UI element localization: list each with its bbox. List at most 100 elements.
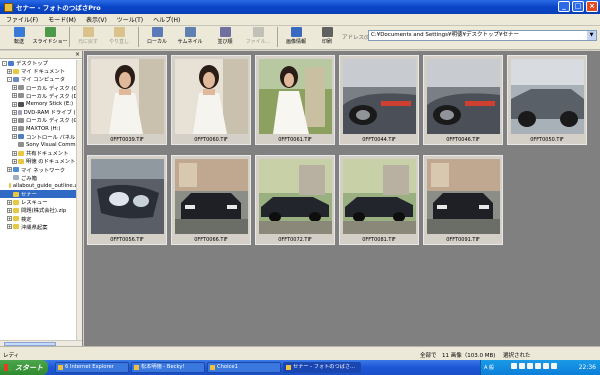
expand-icon[interactable]: +	[7, 207, 12, 213]
thumbnail-image[interactable]	[511, 59, 584, 134]
print-button[interactable]: 印刷	[312, 26, 342, 48]
taskbar-button-label: セナー - フォトのつばさ...	[293, 364, 355, 370]
tree-item[interactable]: + 共有ドキュメント	[0, 149, 82, 157]
windows-flag-icon	[4, 364, 12, 371]
taskbar-button[interactable]: Choice1	[207, 362, 281, 373]
thumbnail-image[interactable]	[175, 159, 248, 234]
menu-help[interactable]: ヘルプ(H)	[153, 15, 180, 24]
tree-item[interactable]: + MAXTOR (H:)	[0, 125, 82, 133]
expand-icon[interactable]: +	[7, 224, 12, 230]
thumbnail-item[interactable]: 0FFT0046.TIF	[423, 55, 503, 145]
thumbnail-image[interactable]	[259, 159, 332, 234]
address-input[interactable]: C:¥Documents and Settings¥明徳¥デスクトップ¥セナー …	[368, 30, 597, 41]
address-dropdown-icon[interactable]: ▼	[587, 31, 596, 40]
thumbnail-image[interactable]	[259, 59, 332, 134]
tree-item[interactable]: セナー	[0, 190, 82, 199]
thumbnail-item[interactable]: 0FFT0081.TIF	[339, 155, 419, 245]
info-button[interactable]: 画像情報	[281, 26, 311, 48]
thumbnail-button[interactable]: サムネイル	[173, 26, 207, 48]
ime-indicator[interactable]: A 般	[484, 364, 494, 371]
tree-item-label: Sony Visual Commu	[26, 141, 79, 148]
tree-vertical-scrollbar[interactable]	[76, 60, 82, 342]
thumbnail-image[interactable]	[427, 159, 500, 234]
tree-item[interactable]: + マイ ドキュメント	[0, 67, 82, 75]
expand-icon[interactable]: +	[12, 158, 17, 164]
thumbnail-item[interactable]: 0FFT0061.TIF	[255, 55, 335, 145]
tree-item[interactable]: + ローカル ディスク (G:)	[0, 116, 82, 124]
thumbnail-filename: 0FFT0039.TIF	[110, 137, 144, 143]
toolbar-label: 印刷	[321, 39, 332, 45]
window-titlebar[interactable]: セナー - フォトのつばさPro _ □ ×	[0, 0, 600, 14]
menu-view[interactable]: 表示(V)	[86, 15, 107, 24]
thumbnail-item[interactable]: 0FFT0091.TIF	[423, 155, 503, 245]
thumbnail-image[interactable]	[91, 59, 164, 134]
maximize-button[interactable]: □	[572, 1, 584, 12]
expand-icon[interactable]: +	[7, 216, 12, 222]
expand-icon[interactable]: +	[12, 117, 17, 123]
tray-icon[interactable]	[527, 363, 533, 369]
collapse-icon[interactable]: -	[2, 60, 7, 66]
tree-item[interactable]: - マイ コンピュータ	[0, 75, 82, 83]
menu-tools[interactable]: ツール(T)	[117, 15, 143, 24]
tray-icon[interactable]	[519, 363, 525, 369]
tree-item-label: マイ コンピュータ	[21, 77, 66, 84]
local-button[interactable]: ローカル	[142, 26, 172, 48]
tree-item[interactable]: ごみ箱	[0, 174, 82, 182]
tree-item[interactable]: + 検定	[0, 215, 82, 223]
tray-icon[interactable]	[511, 363, 517, 369]
tree-item[interactable]: allabout_guide_outline.zip	[0, 182, 82, 190]
tree-item[interactable]: + Memory Stick (E:)	[0, 100, 82, 108]
tree-item[interactable]: + 問題(株式会社).zip	[0, 206, 82, 214]
close-panel-icon[interactable]: ×	[75, 51, 80, 58]
tree-item[interactable]: - デスクトップ	[0, 59, 82, 67]
menu-mode[interactable]: モード(M)	[48, 15, 76, 24]
tree-item[interactable]: + 沖縄県起案	[0, 223, 82, 231]
taskbar-button[interactable]: 松本明徳 - Becky!	[131, 362, 205, 373]
thumbnail-item[interactable]: 0FFT0060.TIF	[171, 55, 251, 145]
taskbar-button[interactable]: セナー - フォトのつばさ...	[283, 362, 361, 373]
expand-icon[interactable]: +	[12, 101, 17, 107]
tray-icon[interactable]	[551, 363, 557, 369]
transfer-button[interactable]: 転送	[4, 26, 34, 48]
expand-icon[interactable]: +	[7, 68, 12, 74]
tree-item[interactable]: + コントロール パネル	[0, 133, 82, 141]
thumbnail-item[interactable]: 0FFT0039.TIF	[87, 55, 167, 145]
expand-icon[interactable]: +	[12, 134, 17, 140]
tree-item[interactable]: + レスキュー	[0, 198, 82, 206]
thumbnail-image[interactable]	[343, 159, 416, 234]
tree-item[interactable]: + 明徳 のドキュメント	[0, 157, 82, 165]
thumbnail-image[interactable]	[427, 59, 500, 134]
tray-icon[interactable]	[543, 363, 549, 369]
expand-icon[interactable]: +	[12, 93, 17, 99]
tree-item[interactable]: Sony Visual Commu	[0, 141, 82, 149]
thumbnail-image[interactable]	[343, 59, 416, 134]
toolbar-label: ローカル	[146, 39, 167, 45]
expand-icon[interactable]: +	[7, 167, 12, 173]
close-button[interactable]: ×	[586, 1, 598, 12]
slideshow-button[interactable]: スライドショー	[33, 26, 68, 48]
menu-file[interactable]: ファイル(F)	[6, 15, 38, 24]
thumbnail-item[interactable]: 0FFT0072.TIF	[255, 155, 335, 245]
thumbnail-image[interactable]	[91, 159, 164, 234]
thumbnail-item[interactable]: 0FFT0044.TIF	[339, 55, 419, 145]
thumbnail-item[interactable]: 0FFT0066.TIF	[171, 155, 251, 245]
thumbnail-item[interactable]: 0FFT0056.TIF	[87, 155, 167, 245]
taskbar-button[interactable]: 6 Internet Explorer	[55, 362, 129, 373]
tree-item[interactable]: + ローカル ディスク (D:)	[0, 92, 82, 100]
minimize-button[interactable]: _	[558, 1, 570, 12]
start-button[interactable]: スタート	[0, 360, 48, 375]
tree-item[interactable]: + ローカル ディスク (C:)	[0, 84, 82, 92]
expand-icon[interactable]: +	[12, 85, 17, 91]
tree-item-label: ローカル ディスク (D:)	[26, 93, 82, 100]
tree-item[interactable]: + DVD-RAM ドライブ (F:)	[0, 108, 82, 116]
tree-item[interactable]: + マイ ネットワーク	[0, 165, 82, 174]
thumbnail-item[interactable]: 0FFT0050.TIF	[507, 55, 587, 145]
expand-icon[interactable]: +	[12, 126, 17, 132]
expand-icon[interactable]: +	[12, 150, 17, 156]
collapse-icon[interactable]: -	[7, 76, 12, 82]
tray-icon[interactable]	[535, 363, 541, 369]
sort-button[interactable]: 並び順	[208, 26, 242, 48]
thumbnail-image[interactable]	[175, 59, 248, 134]
expand-icon[interactable]: +	[12, 109, 17, 115]
expand-icon[interactable]: +	[7, 199, 12, 205]
